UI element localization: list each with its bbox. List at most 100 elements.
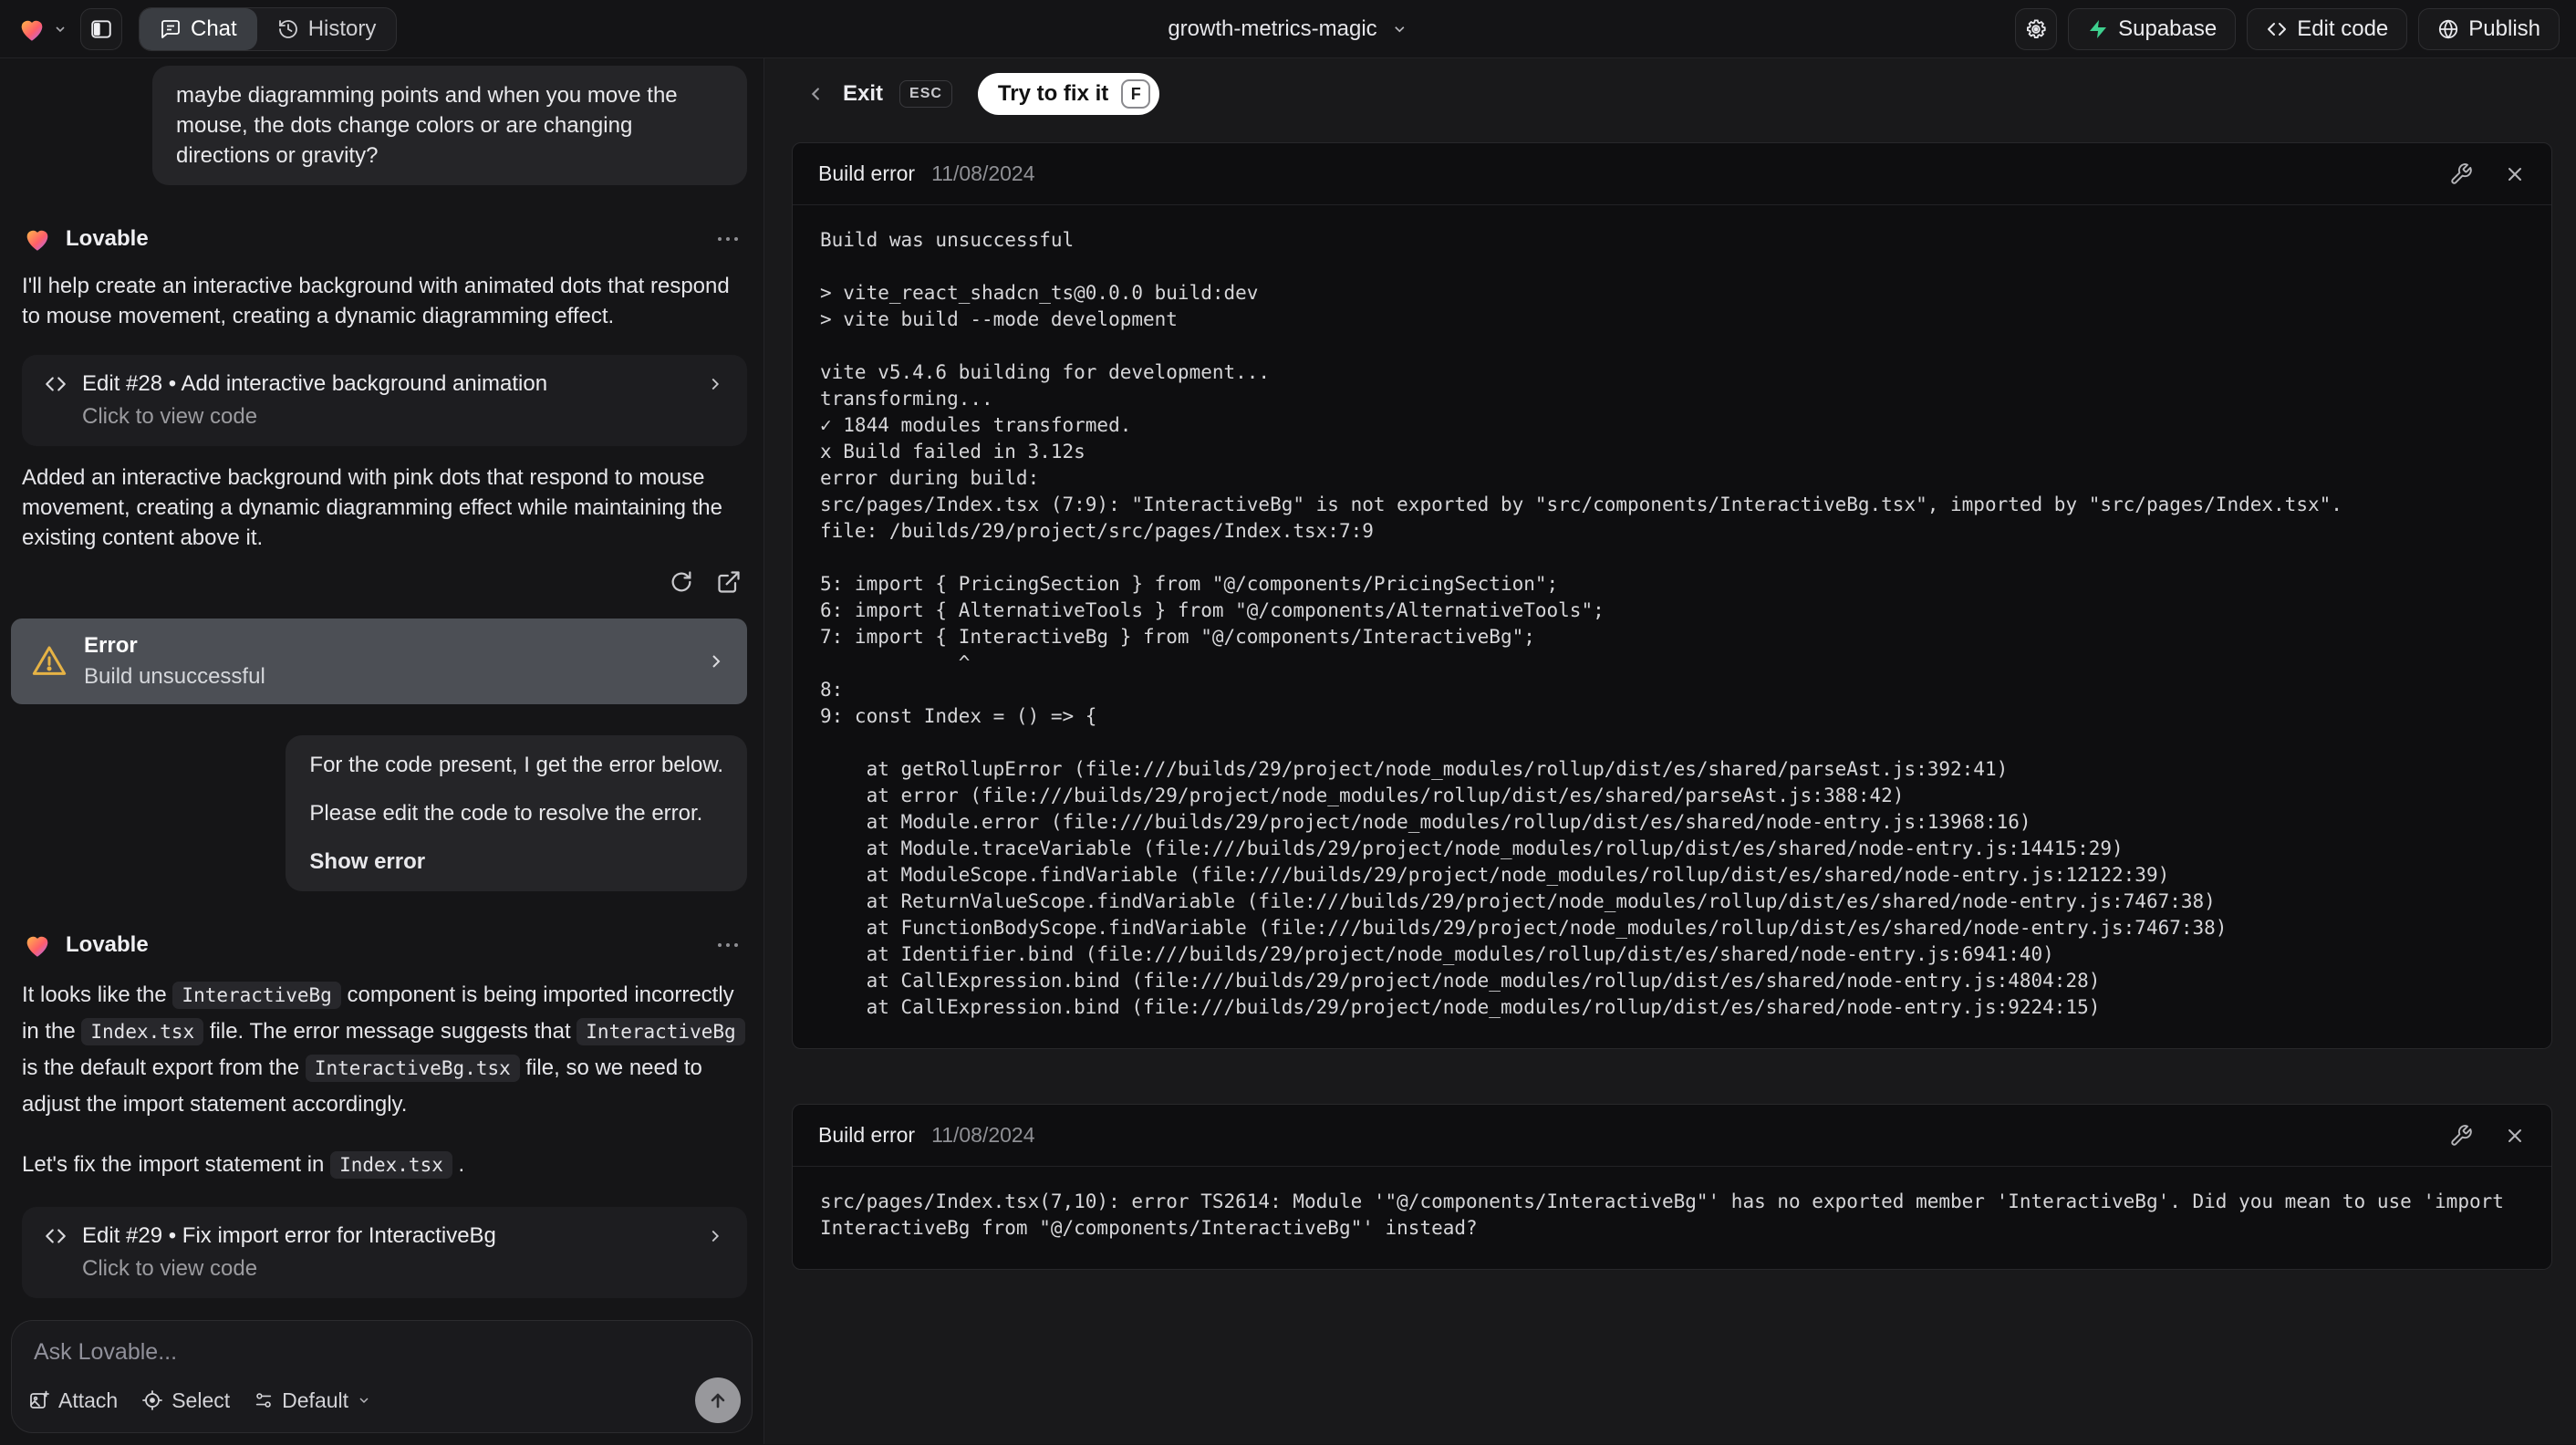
- attach-button[interactable]: Attach: [28, 1388, 118, 1413]
- sliders-icon: [254, 1390, 274, 1410]
- build-error-date: 11/08/2024: [931, 1123, 1035, 1147]
- chat-input-actions: Attach Select Default: [28, 1377, 741, 1423]
- publish-button[interactable]: Publish: [2418, 7, 2560, 50]
- message-actions: [22, 569, 747, 595]
- more-options-icon[interactable]: [718, 237, 747, 241]
- tab-history[interactable]: History: [257, 8, 397, 50]
- try-to-fix-button[interactable]: Try to fix it F: [977, 73, 1160, 115]
- close-icon[interactable]: [2504, 1125, 2526, 1147]
- build-log: src/pages/Index.tsx(7,10): error TS2614:…: [820, 1190, 2516, 1239]
- esc-key-badge: ESC: [899, 80, 952, 108]
- inline-code: Index.tsx: [81, 1018, 204, 1045]
- main-area: maybe diagramming points and when you mo…: [0, 58, 2576, 1444]
- inline-code: InteractiveBg.tsx: [305, 1055, 520, 1082]
- user-message-text: maybe diagramming points and when you mo…: [176, 83, 678, 168]
- chat-panel: maybe diagramming points and when you mo…: [0, 58, 764, 1444]
- more-options-icon[interactable]: [718, 943, 747, 947]
- edit-code-label: Edit code: [2297, 16, 2389, 41]
- build-error-card-1: Build error 11/08/2024 Build was unsucce…: [792, 142, 2552, 1049]
- supabase-label: Supabase: [2118, 16, 2218, 41]
- lovable-heart-icon: [16, 14, 47, 45]
- code-icon: [2266, 18, 2288, 40]
- build-error-body: src/pages/Index.tsx(7,10): error TS2614:…: [793, 1167, 2551, 1269]
- gear-icon: [2024, 17, 2048, 41]
- text-run: It looks like the: [22, 982, 173, 1007]
- history-icon: [277, 18, 299, 40]
- sidebar-toggle-button[interactable]: [80, 7, 122, 50]
- project-name: growth-metrics-magic: [1168, 16, 1377, 41]
- wrench-icon[interactable]: [2449, 1124, 2473, 1148]
- open-external-icon[interactable]: [716, 569, 742, 595]
- code-icon: [44, 372, 68, 396]
- error-summary-card[interactable]: Error Build unsuccessful: [11, 619, 747, 704]
- chevron-right-icon: [705, 374, 725, 394]
- assistant-name: Lovable: [66, 932, 149, 957]
- chat-messages: maybe diagramming points and when you mo…: [0, 58, 763, 1315]
- tab-history-label: History: [307, 16, 377, 41]
- chevron-down-icon: [357, 1393, 371, 1408]
- edit-card-subtitle: Click to view code: [82, 404, 258, 429]
- text-run: .: [452, 1152, 465, 1177]
- text-run: is the default export from the: [22, 1055, 306, 1080]
- mode-selector[interactable]: Default: [254, 1388, 371, 1413]
- exit-button[interactable]: Exit: [843, 81, 883, 107]
- edit-card-28[interactable]: Edit #28 • Add interactive background an…: [22, 355, 747, 446]
- assistant-paragraph: I'll help create an interactive backgrou…: [22, 274, 730, 328]
- tab-chat-label: Chat: [191, 16, 237, 41]
- select-button[interactable]: Select: [141, 1388, 230, 1413]
- lovable-heart-icon: [22, 930, 53, 961]
- build-error-title: Build error: [818, 161, 916, 185]
- warning-icon: [31, 643, 68, 680]
- assistant-paragraph: Let's fix the import statement in Index.…: [22, 1147, 747, 1183]
- edit-card-29[interactable]: Edit #29 • Fix import error for Interact…: [22, 1207, 747, 1298]
- text-run: Let's fix the import statement in: [22, 1152, 331, 1177]
- panel-left-icon: [89, 17, 113, 41]
- build-error-body: Build was unsuccessful > vite_react_shad…: [793, 205, 2551, 1048]
- edit-card-title: Edit #29 • Fix import error for Interact…: [82, 1223, 496, 1248]
- attach-label: Attach: [58, 1388, 119, 1412]
- assistant-name: Lovable: [66, 226, 149, 251]
- build-error-title: Build error: [818, 1123, 916, 1147]
- close-icon[interactable]: [2504, 163, 2526, 185]
- edit-card-subtitle: Click to view code: [82, 1256, 258, 1281]
- error-card-title: Error: [84, 633, 138, 658]
- build-log: Build was unsuccessful > vite_react_shad…: [820, 229, 2342, 1018]
- user-message: For the code present, I get the error be…: [286, 735, 747, 891]
- inline-code: Index.tsx: [330, 1151, 452, 1179]
- user-message-line: For the code present, I get the error be…: [309, 753, 723, 777]
- edit-card-title: Edit #28 • Add interactive background an…: [82, 371, 548, 396]
- topbar-actions: Supabase Edit code Publish: [2015, 7, 2560, 50]
- chevron-down-icon: [1392, 21, 1408, 37]
- assistant-paragraph: It looks like the InteractiveBg componen…: [22, 977, 747, 1123]
- user-message-line: Please edit the code to resolve the erro…: [309, 801, 703, 826]
- select-label: Select: [171, 1388, 231, 1412]
- build-error-header: Build error 11/08/2024: [793, 143, 2551, 205]
- refresh-icon[interactable]: [669, 569, 694, 595]
- show-error-link[interactable]: Show error: [309, 847, 723, 877]
- lovable-logo-menu[interactable]: [16, 14, 68, 45]
- back-chevron-icon[interactable]: [806, 84, 826, 104]
- supabase-button[interactable]: Supabase: [2068, 7, 2237, 50]
- error-card-subtitle: Build unsuccessful: [84, 664, 265, 689]
- assistant-paragraph: Added an interactive background with pin…: [22, 465, 722, 550]
- edit-code-button[interactable]: Edit code: [2247, 7, 2408, 50]
- send-button[interactable]: [695, 1377, 741, 1423]
- wrench-icon[interactable]: [2449, 162, 2473, 186]
- chevron-right-icon: [705, 650, 727, 672]
- assistant-header: Lovable: [22, 224, 747, 255]
- publish-label: Publish: [2468, 16, 2540, 41]
- inline-code: InteractiveBg: [172, 982, 341, 1009]
- project-selector[interactable]: growth-metrics-magic: [1168, 0, 1407, 57]
- settings-button[interactable]: [2015, 7, 2058, 50]
- error-preview-panel: Exit ESC Try to fix it F Build error 11/…: [764, 58, 2576, 1444]
- chevron-right-icon: [705, 1226, 725, 1246]
- arrow-up-icon: [707, 1389, 729, 1411]
- tab-chat[interactable]: Chat: [140, 7, 257, 50]
- globe-icon: [2437, 18, 2459, 40]
- mode-label: Default: [282, 1388, 349, 1412]
- fix-label: Try to fix it: [997, 81, 1109, 106]
- chat-input[interactable]: [12, 1321, 752, 1374]
- build-error-date: 11/08/2024: [931, 161, 1035, 185]
- build-error-header: Build error 11/08/2024: [793, 1105, 2551, 1167]
- assistant-header: Lovable: [22, 930, 747, 961]
